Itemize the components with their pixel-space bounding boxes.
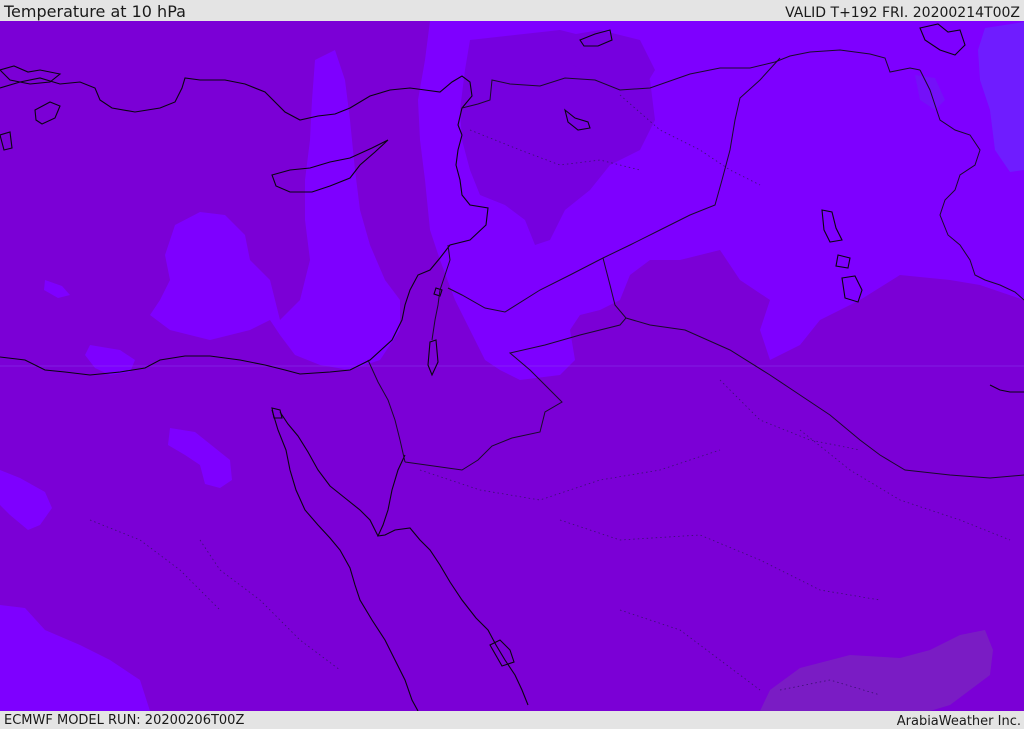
weather-map[interactable] [0,21,1024,711]
model-run-label: ECMWF MODEL RUN: 20200206T00Z [4,713,245,728]
map-canvas [0,21,1024,711]
map-title: Temperature at 10 hPa [4,2,186,21]
valid-time: VALID T+192 FRI. 20200214T00Z [785,5,1020,21]
map-viewer: Temperature at 10 hPa VALID T+192 FRI. 2… [0,0,1024,729]
credit-label: ArabiaWeather Inc. [896,714,1021,729]
